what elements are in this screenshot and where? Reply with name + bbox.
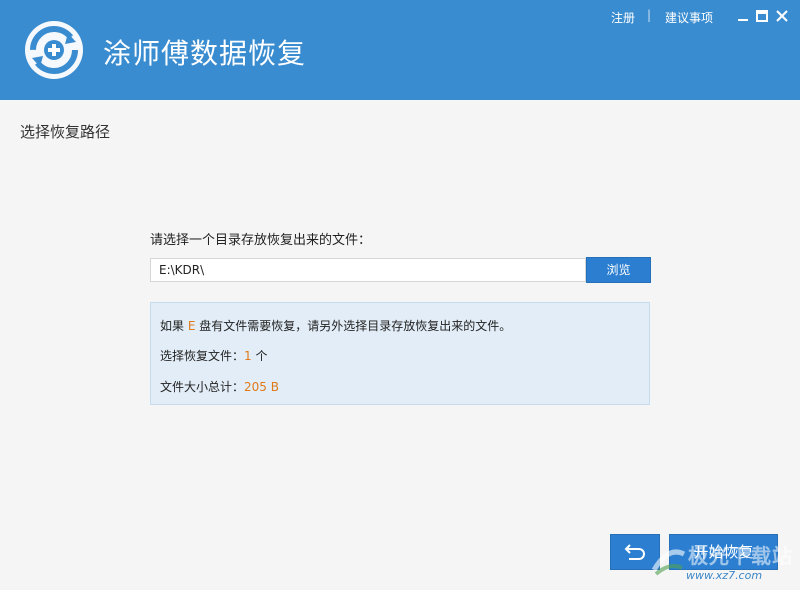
watermark-url: www.xz7.com [686,569,763,582]
path-input[interactable] [150,258,586,282]
suggestion-link[interactable]: 建议事项 [665,9,713,26]
drive-warning: 如果 E 盘有文件需要恢复，请另外选择目录存放恢复出来的文件。 [160,319,512,333]
app-logo-icon [25,21,83,79]
close-icon[interactable] [774,8,790,24]
register-link[interactable]: 注册 [611,9,635,26]
maximize-icon[interactable] [754,8,770,24]
back-button[interactable] [610,534,660,570]
back-arrow-icon [624,544,645,560]
start-recovery-button[interactable]: 开始恢复 [669,534,778,570]
total-size: 205 B [244,380,279,394]
total-size-line: 文件大小总计：205 B [160,380,279,394]
selected-files-line: 选择恢复文件：1 个 [160,349,268,363]
selected-count: 1 [244,349,252,363]
app-title: 涂师傅数据恢复 [103,37,307,70]
info-panel: 如果 E 盘有文件需要恢复，请另外选择目录存放恢复出来的文件。 选择恢复文件：1… [150,302,650,405]
minimize-icon[interactable] [735,8,751,24]
directory-prompt: 请选择一个目录存放恢复出来的文件： [150,233,372,248]
title-bar: 涂师傅数据恢复 注册 | 建议事项 [0,0,800,100]
browse-button[interactable]: 浏览 [586,257,651,283]
link-separator: | [647,8,652,22]
section-title: 选择恢复路径 [20,123,111,141]
